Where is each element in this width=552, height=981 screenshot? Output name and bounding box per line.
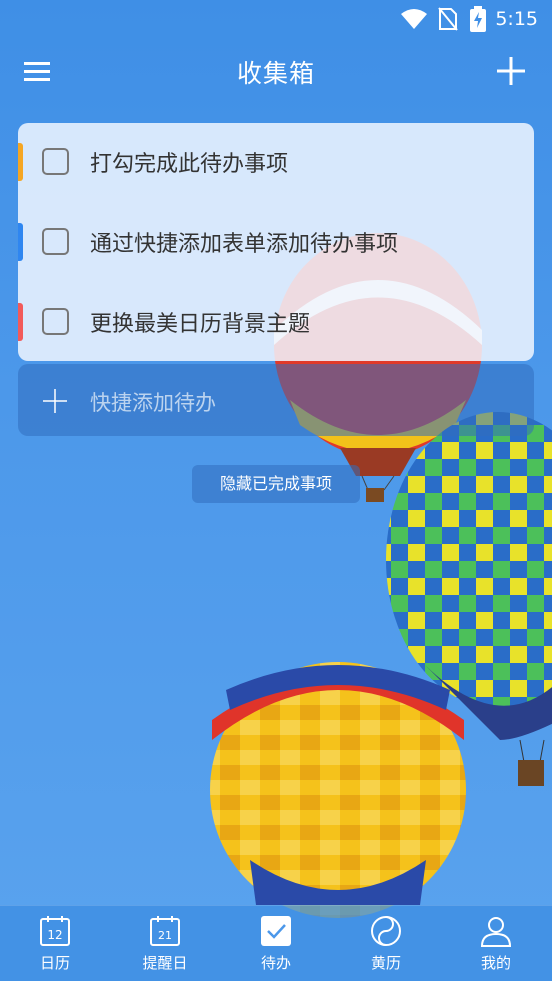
status-bar: 5:15 [0, 0, 552, 38]
reminder-day: 21 [158, 929, 172, 942]
wifi-icon [401, 9, 427, 29]
nav-label: 提醒日 [142, 954, 188, 972]
add-icon[interactable] [496, 56, 526, 86]
todo-item[interactable]: 通过快捷添加表单添加待办事项 [18, 203, 534, 273]
nav-profile[interactable]: 我的 [441, 906, 551, 981]
quick-add-input[interactable]: 快捷添加待办 [18, 364, 534, 436]
nav-todo[interactable]: 待办 [221, 906, 331, 981]
priority-bar [18, 303, 23, 341]
todo-text: 通过快捷添加表单添加待办事项 [90, 232, 399, 257]
nav-reminder[interactable]: 21 提醒日 [110, 906, 220, 981]
todo-item[interactable]: 打勾完成此待办事项 [18, 123, 534, 193]
nav-calendar[interactable]: 12 日历 [0, 906, 110, 981]
nav-label: 日历 [39, 954, 70, 972]
hide-completed-button[interactable]: 隐藏已完成事项 [192, 465, 360, 503]
page-title: 收集箱 [236, 59, 315, 88]
priority-bar [18, 143, 23, 181]
todo-checkbox[interactable] [42, 148, 69, 175]
todo-icon [261, 916, 291, 946]
bottom-nav: 12 日历 21 提醒日 待办 黄历 我的 [0, 905, 552, 981]
nav-label: 黄历 [370, 954, 401, 972]
battery-charging-icon [470, 6, 486, 32]
todo-checkbox[interactable] [42, 308, 69, 335]
todo-checkbox[interactable] [42, 228, 69, 255]
calendar-day: 12 [47, 928, 62, 942]
nav-label: 我的 [480, 954, 511, 972]
app-header: 收集箱 [0, 38, 552, 104]
calendar-icon: 12 [40, 916, 70, 946]
nav-label: 待办 [260, 954, 291, 972]
almanac-icon [371, 916, 401, 946]
nav-almanac[interactable]: 黄历 [331, 906, 441, 981]
todo-text: 更换最美日历背景主题 [90, 312, 311, 337]
todo-list: 打勾完成此待办事项 通过快捷添加表单添加待办事项 更换最美日历背景主题 [18, 123, 534, 361]
no-sim-icon [438, 7, 458, 31]
todo-item[interactable]: 更换最美日历背景主题 [18, 283, 534, 353]
priority-bar [18, 223, 23, 261]
status-time: 5:15 [495, 8, 538, 30]
yellow-balloon [210, 662, 466, 918]
plus-icon [43, 389, 67, 413]
quick-add-placeholder: 快捷添加待办 [90, 391, 216, 415]
reminder-icon: 21 [150, 916, 180, 946]
profile-icon [480, 917, 512, 947]
todo-text: 打勾完成此待办事项 [90, 152, 289, 177]
